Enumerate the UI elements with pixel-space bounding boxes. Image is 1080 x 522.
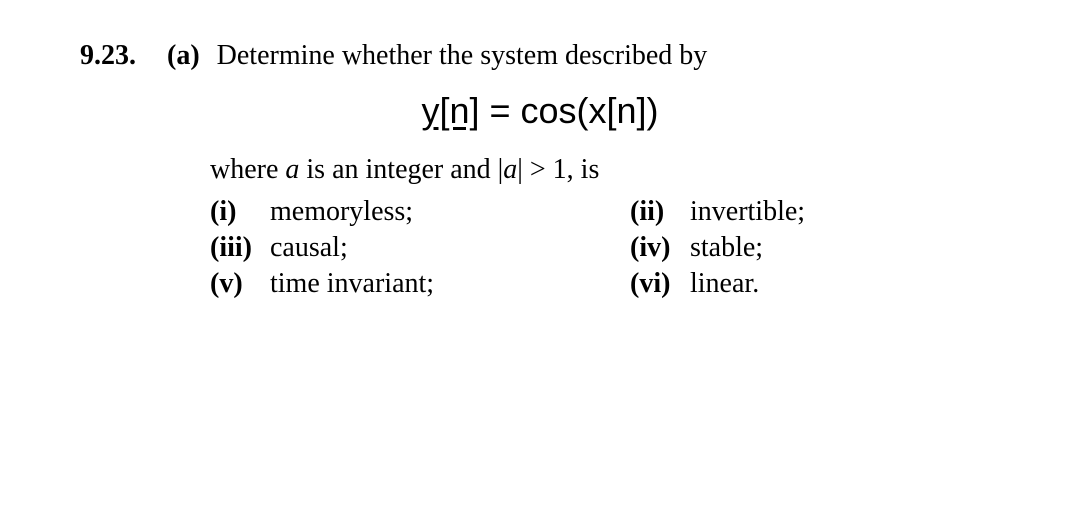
where-var-a1: a bbox=[285, 154, 299, 185]
equation-equals: = bbox=[479, 90, 520, 131]
option-label: (vi) bbox=[630, 268, 690, 300]
option-label: (v) bbox=[210, 268, 270, 300]
option-text: invertible; bbox=[690, 196, 805, 228]
problem-number: 9.23. bbox=[80, 40, 136, 71]
option-v: (v) time invariant; bbox=[210, 268, 630, 300]
option-text: stable; bbox=[690, 232, 763, 264]
option-row-2: (iii) causal; (iv) stable; bbox=[210, 232, 1000, 264]
option-i: (i) memoryless; bbox=[210, 196, 630, 228]
intro-text: Determine whether the system described b… bbox=[217, 40, 708, 71]
option-ii: (ii) invertible; bbox=[630, 196, 805, 228]
option-label: (i) bbox=[210, 196, 270, 228]
equation: y[n] = cos(x[n]) bbox=[80, 90, 1000, 132]
equation-rhs: cos(x[n]) bbox=[521, 90, 659, 131]
option-iv: (iv) stable; bbox=[630, 232, 763, 264]
option-label: (iv) bbox=[630, 232, 690, 264]
option-text: time invariant; bbox=[270, 268, 434, 300]
option-text: memoryless; bbox=[270, 196, 413, 228]
option-text: causal; bbox=[270, 232, 348, 264]
problem-heading: 9.23. (a) Determine whether the system d… bbox=[80, 40, 1000, 72]
option-row-3: (v) time invariant; (vi) linear. bbox=[210, 268, 1000, 300]
option-iii: (iii) causal; bbox=[210, 232, 630, 264]
part-label: (a) bbox=[167, 40, 200, 71]
option-label: (ii) bbox=[630, 196, 690, 228]
where-suffix: | > 1, is bbox=[517, 154, 599, 185]
option-vi: (vi) linear. bbox=[630, 268, 759, 300]
where-mid: is an integer and | bbox=[299, 154, 503, 185]
where-prefix: where bbox=[210, 154, 285, 185]
where-clause: where a is an integer and |a| > 1, is bbox=[210, 154, 1000, 186]
option-row-1: (i) memoryless; (ii) invertible; bbox=[210, 196, 1000, 228]
options-list: (i) memoryless; (ii) invertible; (iii) c… bbox=[210, 196, 1000, 300]
where-var-a2: a bbox=[503, 154, 517, 185]
equation-lhs: y[n] bbox=[421, 90, 479, 131]
option-text: linear. bbox=[690, 268, 759, 300]
option-label: (iii) bbox=[210, 232, 270, 264]
